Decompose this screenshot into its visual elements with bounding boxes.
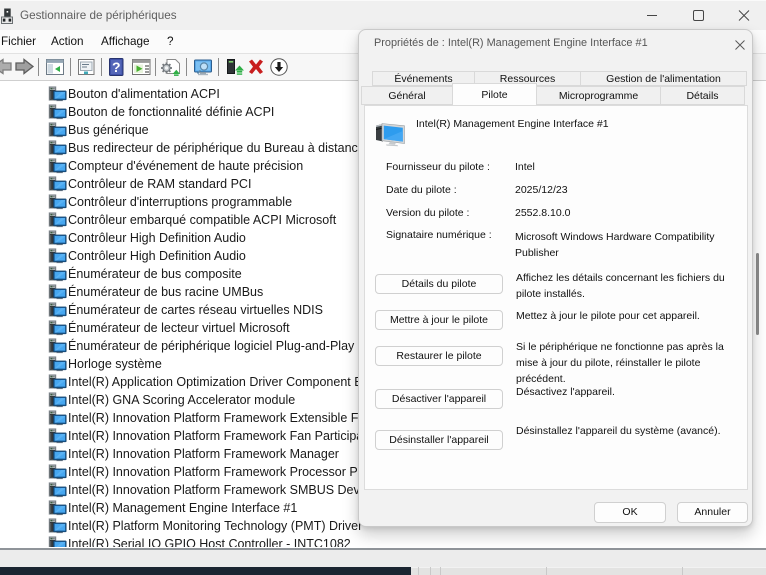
svg-text:?: ? (112, 59, 121, 75)
